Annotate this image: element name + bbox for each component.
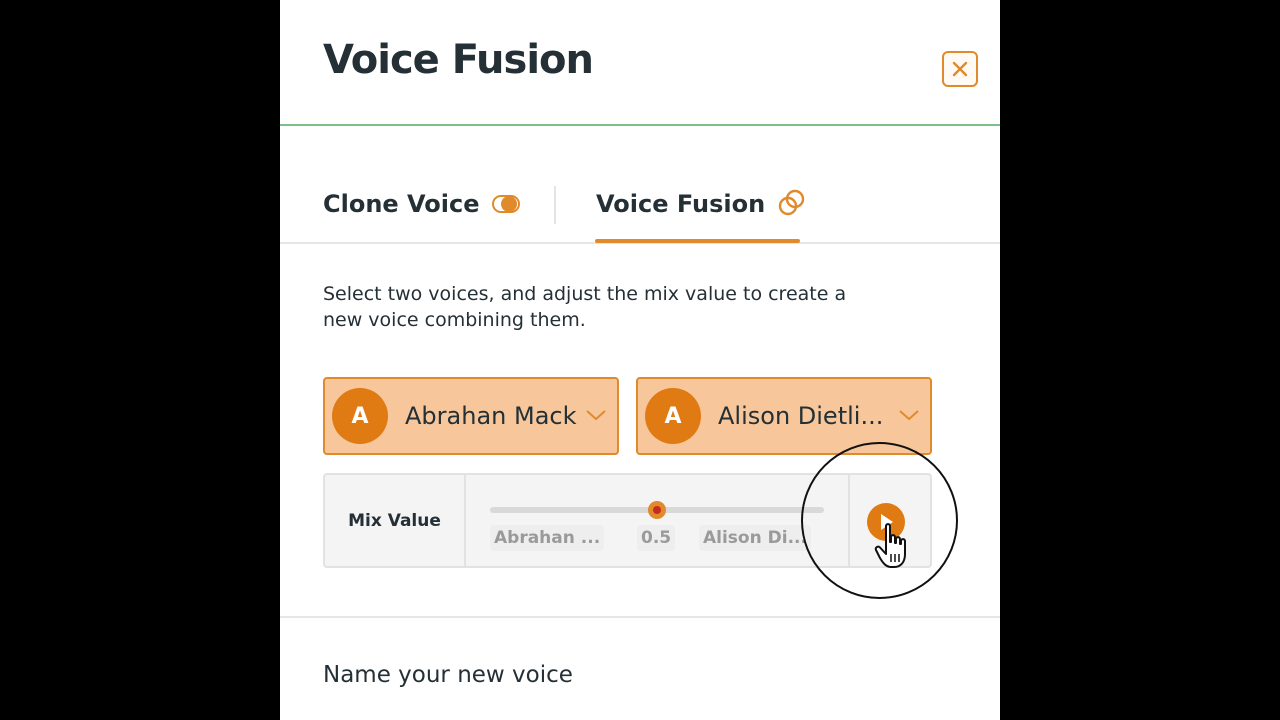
slider-left-voice-label: Abrahan ... bbox=[490, 525, 605, 551]
tab-label: Clone Voice bbox=[323, 190, 480, 218]
page-title: Voice Fusion bbox=[323, 37, 594, 83]
close-icon bbox=[952, 61, 968, 77]
tab-voice-fusion[interactable]: Voice Fusion bbox=[596, 184, 807, 224]
avatar: A bbox=[645, 388, 701, 444]
voice-b-name: Alison Dietli... bbox=[718, 402, 884, 430]
preview-area bbox=[848, 475, 930, 566]
tab-divider bbox=[554, 186, 556, 224]
chevron-down-icon bbox=[586, 410, 606, 421]
mix-value-label: Mix Value bbox=[325, 475, 466, 566]
panel-header: Voice Fusion bbox=[280, 0, 1000, 126]
slider-right-voice-label: Alison Di... bbox=[699, 525, 811, 551]
play-preview-button[interactable] bbox=[867, 503, 905, 541]
fusion-circles-icon bbox=[779, 189, 805, 216]
active-tab-indicator bbox=[595, 239, 800, 243]
voice-fusion-panel: Voice Fusion Clone Voice Voice Fusion Se… bbox=[280, 0, 1000, 720]
voice-a-name: Abrahan Mack bbox=[405, 402, 577, 430]
mix-slider-area: Abrahan ... 0.5 Alison Di... bbox=[466, 475, 848, 566]
clone-toggle-icon bbox=[491, 195, 520, 213]
section-divider bbox=[280, 616, 1000, 618]
chevron-down-icon bbox=[899, 410, 919, 421]
slider-thumb-dot bbox=[653, 506, 661, 514]
instructions-text: Select two voices, and adjust the mix va… bbox=[323, 283, 847, 331]
new-voice-name-label: Name your new voice bbox=[323, 662, 573, 688]
close-button[interactable] bbox=[942, 51, 978, 87]
screen: Voice Fusion Clone Voice Voice Fusion Se… bbox=[0, 0, 1280, 720]
mix-slider-thumb[interactable] bbox=[648, 501, 666, 519]
tab-bar: Clone Voice Voice Fusion bbox=[280, 126, 1000, 244]
play-icon bbox=[881, 514, 893, 530]
slider-value-label: 0.5 bbox=[637, 525, 676, 551]
avatar: A bbox=[332, 388, 388, 444]
tab-clone-voice[interactable]: Clone Voice bbox=[323, 184, 520, 224]
mix-value-control: Mix Value Abrahan ... 0.5 Alison Di... bbox=[323, 473, 932, 568]
tab-label: Voice Fusion bbox=[596, 190, 766, 218]
voice-a-select[interactable]: A Abrahan Mack bbox=[323, 377, 619, 455]
voice-b-select[interactable]: A Alison Dietli... bbox=[636, 377, 932, 455]
